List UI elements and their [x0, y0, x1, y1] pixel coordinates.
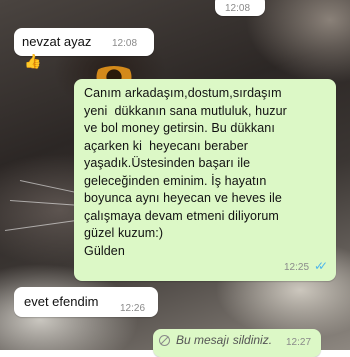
message-text: Canım arkadaşım,dostum,sırdaşım yeni dük… — [84, 85, 328, 260]
message-line: yeni dükkanın sana mutluluk, huzur — [84, 103, 287, 118]
message-text: nevzat ayaz — [22, 34, 92, 49]
message-line: güzel kuzum:) — [84, 226, 164, 240]
message-line: açarken ki heyecanı beraber — [84, 138, 249, 153]
double-check-icon: ✓✓ — [314, 259, 328, 273]
message-line: Gülden — [84, 243, 125, 258]
message-bubble-incoming[interactable]: 12:08 — [215, 0, 265, 16]
message-line: Canım arkadaşım,dostum,sırdaşım — [84, 86, 282, 100]
message-time: 12:27 — [286, 337, 312, 348]
message-time: 12:25 — [284, 262, 310, 273]
message-bubble-incoming[interactable]: evet efendim 12:26 — [14, 287, 158, 317]
message-text: Bu mesajı sildiniz. — [176, 333, 273, 347]
message-time: 12:26 — [120, 303, 146, 314]
message-time: 12:08 — [225, 3, 251, 14]
message-bubble-outgoing[interactable]: Canım arkadaşım,dostum,sırdaşım yeni dük… — [74, 79, 336, 281]
message-text: evet efendim — [24, 294, 99, 309]
message-time: 12:08 — [112, 38, 138, 49]
message-bubble-outgoing-deleted[interactable]: Bu mesajı sildiniz. 12:27 — [153, 329, 321, 357]
message-bubble-incoming[interactable]: 👍 — [24, 52, 50, 70]
thumbs-up-icon: 👍 — [24, 53, 42, 69]
message-line: çalışmaya devam etmeni diliyorum — [84, 208, 279, 223]
message-line: boyunca aynı heyecan ve heves ile — [84, 191, 282, 205]
message-line: ve bol money getirsin. Bu dükkanı — [84, 121, 275, 135]
message-line: geleceğinden eminim. İş hayatın — [84, 173, 267, 188]
deleted-message-icon — [159, 335, 170, 346]
message-line: yaşadık.Üstesinden başarı ile — [84, 156, 251, 170]
